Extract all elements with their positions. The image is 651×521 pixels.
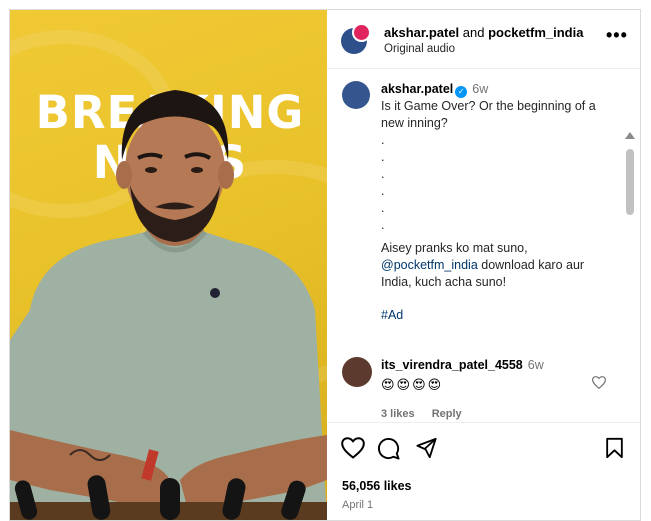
caption-line: . — [381, 167, 385, 181]
original-audio-link[interactable]: Original audio — [384, 43, 455, 55]
mention-link[interactable]: @pocketfm_india — [381, 258, 478, 272]
header-conjunction: and — [462, 25, 485, 40]
comment-icon[interactable] — [377, 437, 400, 460]
comment-text: 😍😍😍😍 — [381, 377, 444, 392]
caption-line: Is it Game Over? Or the beginning of a — [381, 99, 596, 113]
caption-line: . — [381, 184, 385, 198]
caption-mention-tail: download karo aur — [477, 258, 585, 272]
heart-icon[interactable] — [341, 437, 365, 459]
header-usernames: akshar.patel and pocketfm_india — [384, 25, 583, 40]
caption-line: . — [381, 150, 385, 164]
post-header: akshar.patel and pocketfm_india Original… — [327, 10, 640, 69]
caption-line: . — [381, 133, 385, 147]
caption-line: . — [381, 201, 385, 215]
post-date[interactable]: April 1 — [342, 499, 373, 511]
post-container: BREAKING NEWS — [9, 9, 641, 521]
post-actions: 56,056 likes April 1 — [327, 422, 640, 520]
header-username-2[interactable]: pocketfm_india — [488, 25, 583, 40]
scroll-up-arrow[interactable] — [625, 132, 635, 139]
share-icon[interactable] — [415, 437, 438, 459]
caption-line: India, kuch acha suno! — [381, 275, 507, 289]
comment-like-icon[interactable] — [592, 376, 606, 389]
comment-username[interactable]: its_virendra_patel_4558 — [381, 358, 523, 372]
bookmark-icon[interactable] — [605, 437, 624, 459]
caption-line: Aisey pranks ko mat suno, — [381, 241, 528, 255]
header-username-1[interactable]: akshar.patel — [384, 25, 459, 40]
caption-line: . — [381, 218, 385, 232]
comment-avatar[interactable] — [342, 357, 372, 387]
post-media[interactable]: BREAKING NEWS — [10, 10, 327, 520]
comment-reply-button[interactable]: Reply — [432, 408, 462, 420]
comments-section: akshar.patel ✓ 6w Is it Game Over? Or the … — [327, 69, 640, 422]
comment-likes[interactable]: 3 likes — [381, 408, 415, 420]
verified-badge-icon: ✓ — [455, 86, 468, 98]
coauthor-logo — [352, 23, 371, 42]
caption: akshar.patel ✓ 6w Is it Game Over? Or the … — [381, 81, 616, 324]
likes-count[interactable]: 56,056 likes — [342, 479, 412, 493]
comment: its_virendra_patel_4558 6w 😍😍😍😍 — [381, 357, 596, 393]
more-options-icon[interactable]: ••• — [606, 26, 628, 44]
comment-meta: 3 likes Reply — [381, 408, 476, 420]
caption-username[interactable]: akshar.patel — [381, 82, 453, 96]
post-side-panel: akshar.patel and pocketfm_india Original… — [327, 10, 640, 520]
caption-line: new inning? — [381, 116, 448, 130]
hashtag-link[interactable]: #Ad — [381, 307, 616, 324]
caption-time[interactable]: 6w — [472, 82, 488, 96]
caption-avatar[interactable] — [342, 81, 370, 109]
scrollbar-thumb[interactable] — [626, 149, 634, 215]
comment-time[interactable]: 6w — [528, 358, 544, 372]
person-illustration — [10, 90, 327, 520]
caption-line-mention: @pocketfm_india download karo aur — [381, 257, 616, 274]
